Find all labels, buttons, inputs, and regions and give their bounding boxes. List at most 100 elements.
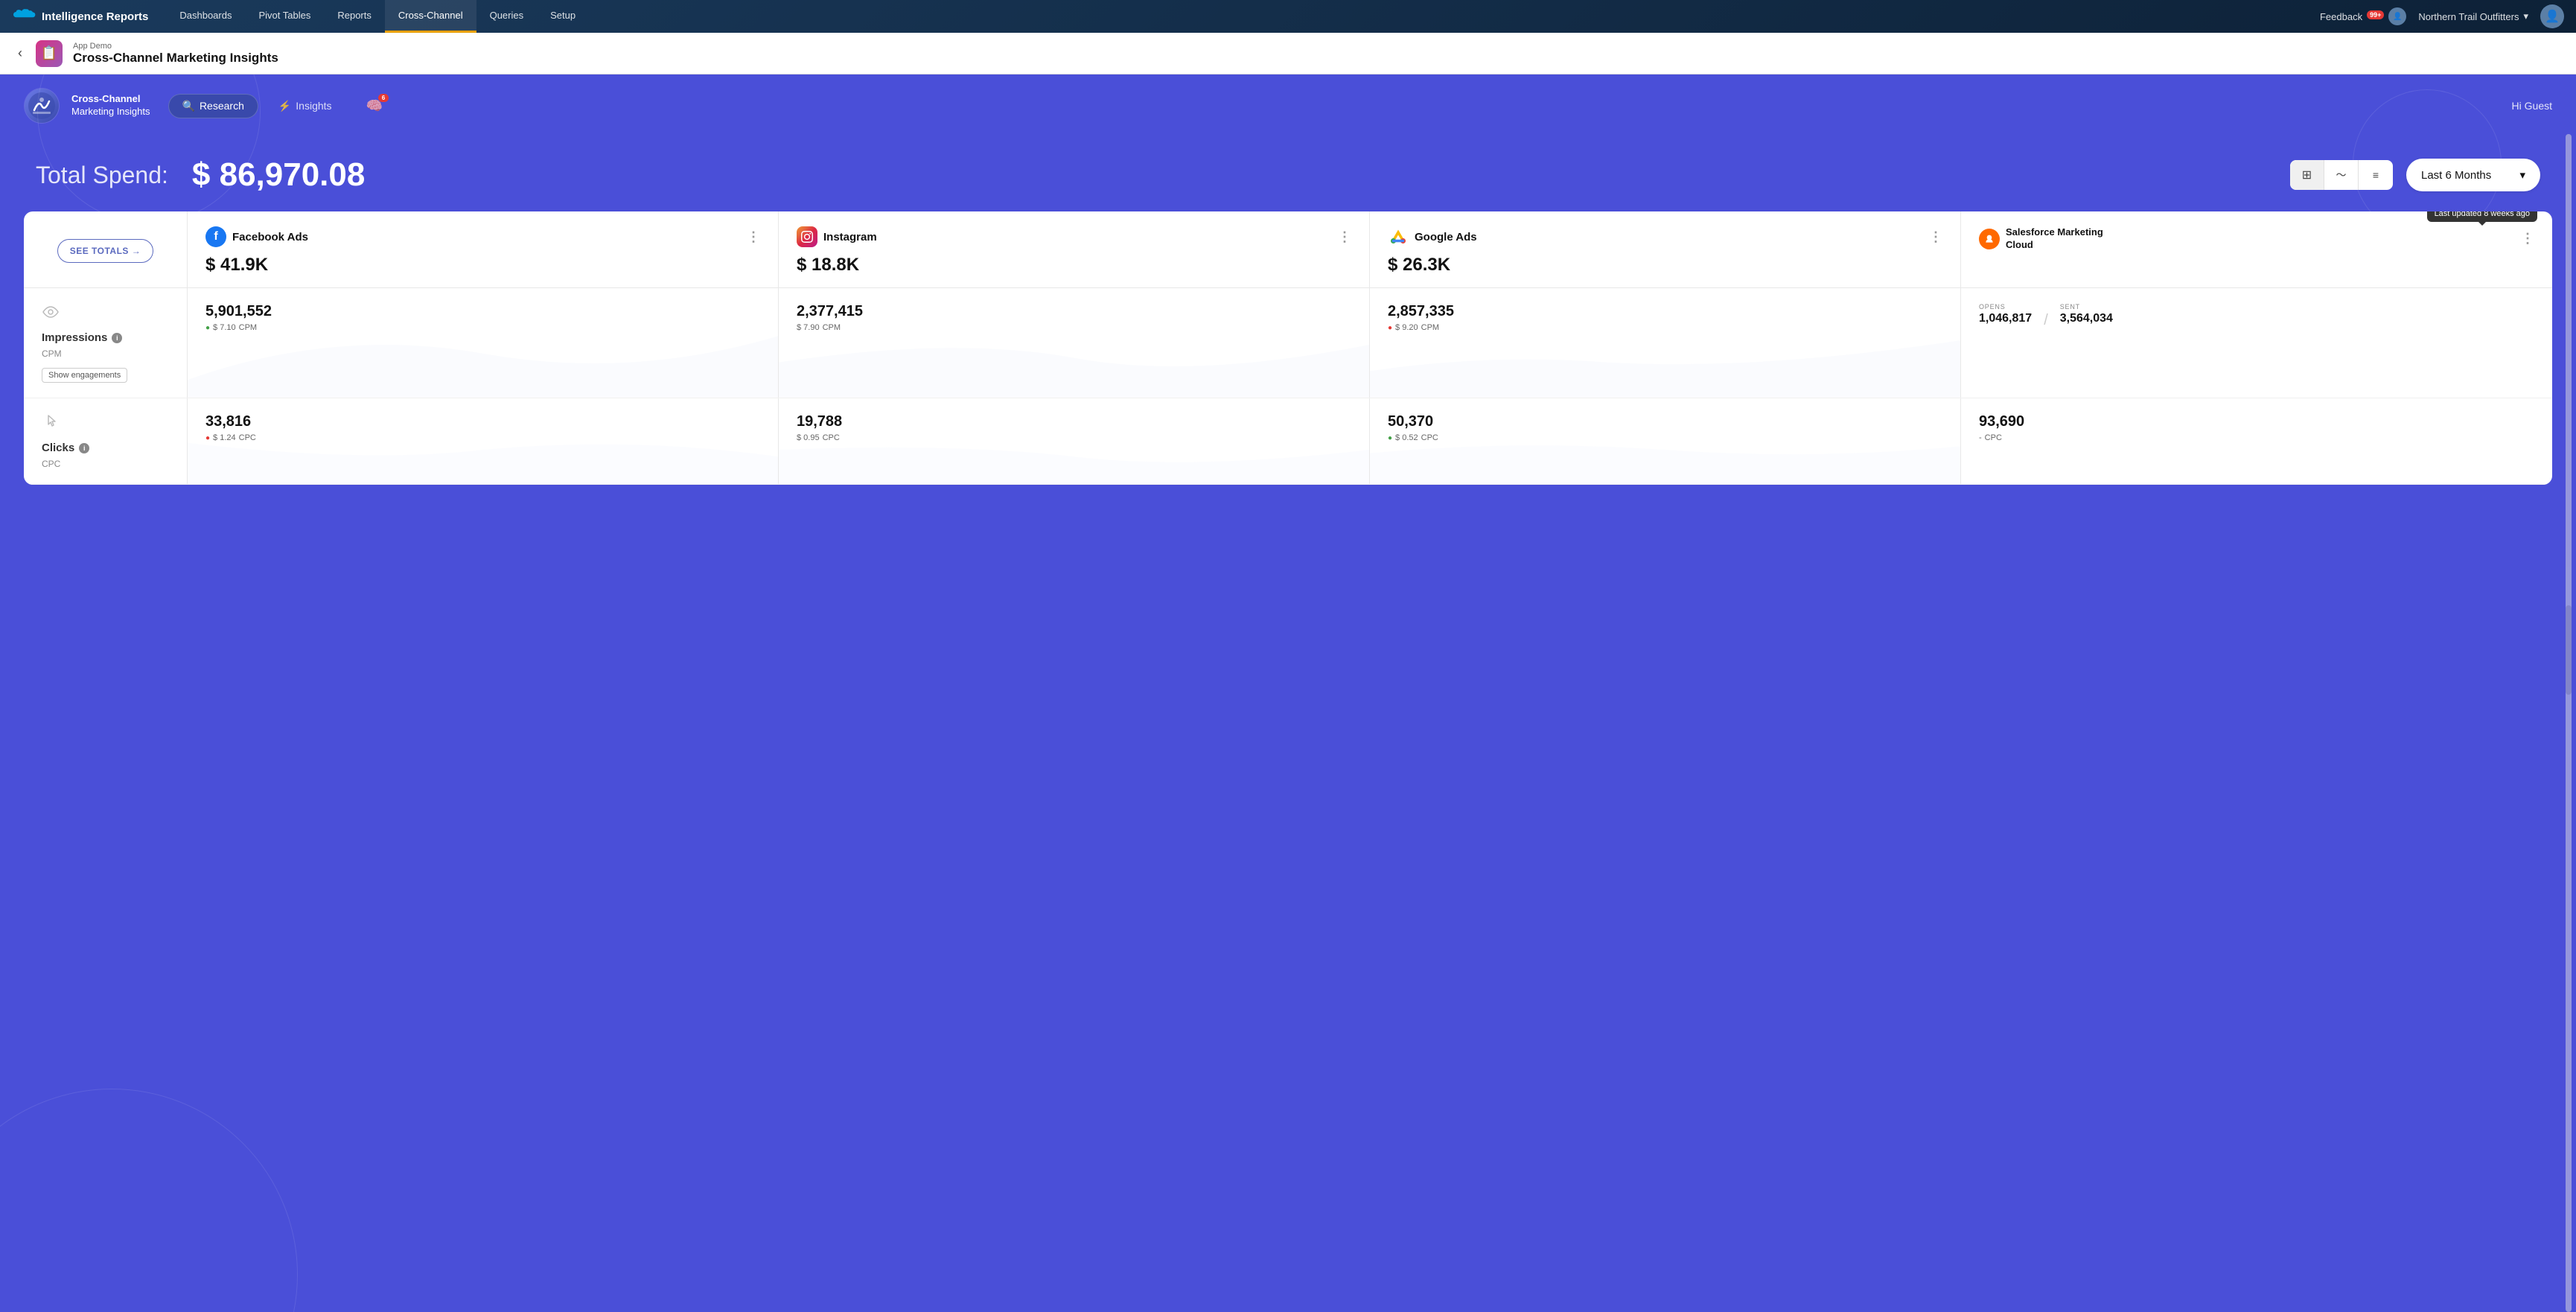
facebook-icon: f — [205, 226, 226, 247]
ai-badge: 6 — [378, 94, 389, 102]
tooltip: Last updated 8 weeks ago — [2427, 211, 2537, 222]
impressions-sub: CPM — [42, 348, 169, 359]
spend-section: Total Spend: $ 86,970.08 ⊞ 〜 ≡ Last 6 Mo… — [0, 136, 2576, 211]
breadcrumb-title: Cross-Channel Marketing Insights — [73, 51, 278, 66]
ig-impressions-value: 2,377,415 — [797, 303, 1351, 320]
nav-dashboards[interactable]: Dashboards — [166, 0, 245, 33]
trend-view-button[interactable]: 〜 — [2324, 160, 2359, 190]
sfmc-sent-metric: SENT 3,564,034 — [2060, 303, 2113, 329]
grid-icon: ⊞ — [2302, 168, 2312, 182]
grid-view-button[interactable]: ⊞ — [2290, 160, 2324, 190]
scrollbar[interactable] — [2566, 134, 2572, 1312]
ga-impressions-value: 2,857,335 — [1388, 303, 1942, 320]
clicks-sub: CPC — [42, 459, 169, 469]
opens-value: 1,046,817 — [1979, 312, 2032, 325]
back-button[interactable]: ‹ — [15, 42, 25, 64]
channel-header-facebook: f Facebook Ads ⋮ $ 41.9K — [188, 211, 779, 287]
ig-clicks-value: 19,788 — [797, 413, 1351, 430]
clicks-label-cell: Clicks i CPC — [24, 398, 188, 484]
ga-clicks-value: 50,370 — [1388, 413, 1942, 430]
ga-clicks-cell: 50,370 ● $ 0.52 CPC — [1370, 398, 1961, 484]
app-header: Cross-Channel Marketing Insights 🔍 Resea… — [0, 74, 2576, 136]
ga-impressions-cell: 2,857,335 ● $ 9.20 CPM — [1370, 288, 1961, 398]
red-dot-icon: ● — [1388, 324, 1392, 332]
greeting-text: Hi Guest — [2512, 100, 2552, 112]
nav-pivot-tables[interactable]: Pivot Tables — [245, 0, 324, 33]
trend-icon: 〜 — [2336, 168, 2347, 182]
ga-clicks-sub: ● $ 0.52 CPC — [1388, 433, 1942, 442]
app-name: Cross-Channel Marketing Insights — [71, 93, 150, 118]
google-ads-label: Google Ads — [1415, 231, 1477, 243]
sfmc-clicks-value: 93,690 — [1979, 413, 2534, 430]
nav-cross-channel[interactable]: Cross-Channel — [385, 0, 476, 33]
ai-icon-wrapper: 🧠 6 — [366, 98, 383, 114]
clicks-info-icon[interactable]: i — [79, 443, 89, 453]
sfmc-clicks-cell: 93,690 - CPC — [1961, 398, 2552, 484]
fb-clicks-cell: 33,816 ● $ 1.24 CPC — [188, 398, 779, 484]
breadcrumb-text: App Demo Cross-Channel Marketing Insight… — [73, 42, 278, 66]
sfmc-label: Salesforce Marketing Cloud — [2006, 226, 2110, 252]
grid-header-row: SEE TOTALS → f Facebook Ads ⋮ $ 41.9K — [24, 211, 2552, 288]
nav-setup[interactable]: Setup — [537, 0, 589, 33]
green-dot-ga-clicks: ● — [1388, 434, 1392, 442]
date-range-selector[interactable]: Last 6 Months ▾ — [2406, 159, 2540, 191]
user-avatar[interactable]: 👤 — [2540, 4, 2564, 28]
spend-label: Total Spend: — [36, 162, 168, 189]
tab-pills: 🔍 Research ⚡ Insights 🧠 6 — [168, 92, 397, 120]
filter-button[interactable]: ≡ — [2359, 160, 2393, 190]
tab-ai[interactable]: 🧠 6 — [352, 92, 397, 120]
ga-impressions-sub: ● $ 9.20 CPM — [1388, 323, 1942, 332]
main-content: Cross-Channel Marketing Insights 🔍 Resea… — [0, 74, 2576, 1312]
facebook-menu[interactable]: ⋮ — [747, 229, 760, 245]
top-navigation: Intelligence Reports Dashboards Pivot Ta… — [0, 0, 2576, 33]
breadcrumb-sub: App Demo — [73, 42, 278, 51]
clicks-title: Clicks i — [42, 442, 169, 454]
scroll-thumb[interactable] — [2566, 605, 2572, 695]
fb-impressions-value: 5,901,552 — [205, 303, 760, 320]
sfmc-opens-metric: OPENS 1,046,817 — [1979, 303, 2032, 329]
instagram-menu[interactable]: ⋮ — [1338, 229, 1351, 245]
tab-insights[interactable]: ⚡ Insights — [264, 94, 346, 118]
red-dot-fb-clicks: ● — [205, 434, 210, 442]
filter-icon: ≡ — [2373, 169, 2379, 181]
instagram-label: Instagram — [823, 231, 877, 243]
nav-reports[interactable]: Reports — [324, 0, 385, 33]
show-engagements-button[interactable]: Show engagements — [42, 368, 127, 383]
app-logo-circle — [24, 88, 60, 124]
lightning-icon: ⚡ — [278, 100, 291, 112]
facebook-header: f Facebook Ads ⋮ $ 41.9K — [205, 226, 760, 276]
google-menu[interactable]: ⋮ — [1929, 229, 1942, 245]
org-selector[interactable]: Northern Trail Outfitters ▾ — [2418, 10, 2528, 22]
google-ads-icon — [1388, 226, 1409, 247]
ig-impressions-cell: 2,377,415 $ 7.90 CPM — [779, 288, 1370, 398]
clicks-row: Clicks i CPC 33,816 ● $ 1.24 CPC — [24, 398, 2552, 485]
date-range-label: Last 6 Months — [2421, 169, 2491, 182]
notification-badge: 99+ — [2367, 10, 2384, 19]
chevron-down-icon: ▾ — [2519, 168, 2525, 182]
sfmc-menu[interactable]: ⋮ — [2521, 231, 2534, 246]
sfmc-icon — [1979, 229, 2000, 249]
see-totals-button[interactable]: SEE TOTALS → — [57, 239, 154, 263]
impressions-row: Impressions i CPM Show engagements 5,901… — [24, 288, 2552, 398]
sent-label: SENT — [2060, 303, 2113, 311]
sfmc-clicks-sub: - CPC — [1979, 433, 2534, 442]
app-logo-image — [25, 89, 59, 123]
impressions-icon — [42, 303, 169, 325]
nav-items: Dashboards Pivot Tables Reports Cross-Ch… — [166, 0, 2320, 33]
fb-clicks-value: 33,816 — [205, 413, 760, 430]
view-btn-group: ⊞ 〜 ≡ — [2290, 160, 2393, 190]
opens-label: OPENS — [1979, 303, 2032, 311]
nav-queries[interactable]: Queries — [476, 0, 538, 33]
app-logo[interactable]: Intelligence Reports — [12, 8, 148, 25]
feedback-button[interactable]: Feedback 99+ 👤 — [2320, 7, 2406, 25]
facebook-label: Facebook Ads — [232, 231, 308, 243]
tab-research[interactable]: 🔍 Research — [168, 94, 258, 118]
data-grid: SEE TOTALS → f Facebook Ads ⋮ $ 41.9K — [24, 211, 2552, 485]
grid-label-header: SEE TOTALS → — [24, 211, 188, 287]
facebook-spend: $ 41.9K — [205, 255, 760, 276]
sent-value: 3,564,034 — [2060, 312, 2113, 325]
instagram-header: Instagram ⋮ $ 18.8K — [797, 226, 1351, 276]
fb-impressions-sub: ● $ 7.10 CPM — [205, 323, 760, 332]
fb-impressions-cell: 5,901,552 ● $ 7.10 CPM — [188, 288, 779, 398]
impressions-info-icon[interactable]: i — [112, 333, 122, 343]
